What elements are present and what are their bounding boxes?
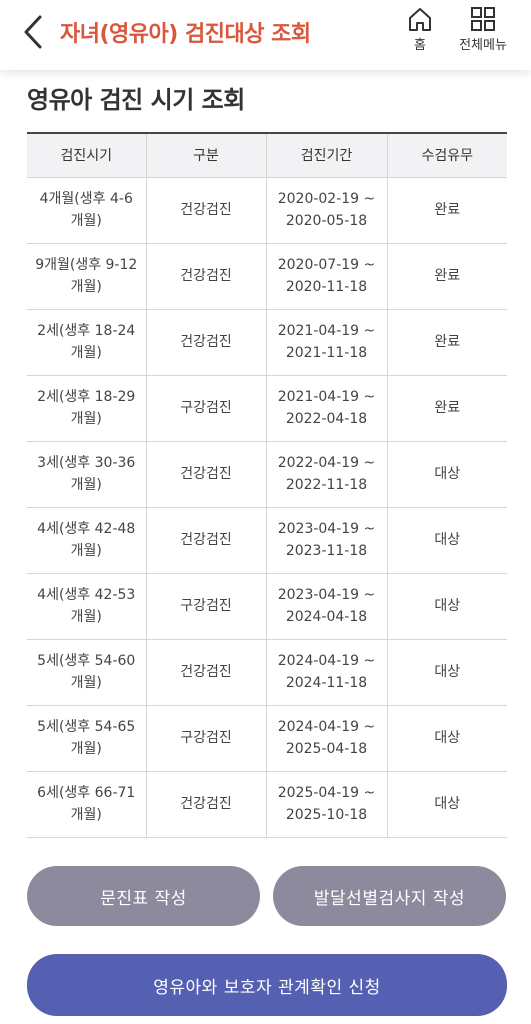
- table-row: 2세(생후 18-29 개월) 구강검진 2021-04-19 ~ 2022-04…: [27, 375, 507, 442]
- table-row: 3세(생후 30-36 개월) 건강검진 2022-04-19 ~ 2022-11…: [27, 441, 507, 508]
- cell-type: 구강검진: [146, 375, 267, 442]
- cell-type: 구강검진: [146, 705, 267, 772]
- table-row: 5세(생후 54-65 개월) 구강검진 2024-04-19 ~ 2025-04…: [27, 705, 507, 772]
- column-header-period: 검진시기: [27, 133, 147, 178]
- range-end: 2022-11-18: [285, 477, 368, 493]
- cell-range: 2022-04-19 ~ 2022-11-18: [266, 441, 388, 508]
- cell-type: 건강검진: [146, 177, 267, 244]
- cell-status: 완료: [387, 243, 507, 310]
- range-start: 2020-07-19 ~: [277, 257, 376, 273]
- cell-type: 구강검진: [146, 573, 267, 640]
- cell-period: 5세(생후 54-65 개월): [27, 705, 147, 772]
- cell-period: 6세(생후 66-71 개월): [27, 771, 147, 838]
- cell-range: 2020-07-19 ~ 2020-11-18: [266, 243, 388, 310]
- cell-type: 건강검진: [146, 771, 267, 838]
- cell-status: 대상: [387, 705, 507, 772]
- table-row: 4개월(생후 4-6 개월) 건강검진 2020-02-19 ~ 2020-05-…: [27, 177, 507, 244]
- range-start: 2022-04-19 ~: [277, 455, 376, 471]
- cell-range: 2024-04-19 ~ 2024-11-18: [266, 639, 388, 706]
- range-end: 2021-11-18: [285, 345, 368, 361]
- cell-status: 대상: [387, 441, 507, 508]
- range-start: 2024-04-19 ~: [277, 719, 376, 735]
- cell-type: 건강검진: [146, 507, 267, 574]
- range-end: 2024-04-18: [285, 609, 368, 625]
- cell-range: 2023-04-19 ~ 2023-11-18: [266, 507, 388, 574]
- cell-period: 4개월(생후 4-6 개월): [27, 177, 147, 244]
- range-start: 2020-02-19 ~: [277, 191, 376, 207]
- all-menu-button[interactable]: 전체메뉴: [447, 6, 519, 53]
- range-start: 2024-04-19 ~: [277, 653, 376, 669]
- table-header-row: 검진시기 구분 검진기간 수검유무: [27, 133, 507, 178]
- range-start: 2021-04-19 ~: [277, 323, 376, 339]
- write-questionnaire-button[interactable]: 문진표 작성: [27, 866, 260, 926]
- home-button[interactable]: 홈: [400, 6, 440, 53]
- table-row: 6세(생후 66-71 개월) 건강검진 2025-04-19 ~ 2025-10…: [27, 771, 507, 838]
- cell-status: 대상: [387, 573, 507, 640]
- range-start: 2021-04-19 ~: [277, 389, 376, 405]
- range-start: 2023-04-19 ~: [277, 521, 376, 537]
- cell-period: 4세(생후 42-48 개월): [27, 507, 147, 574]
- range-end: 2025-04-18: [285, 741, 368, 757]
- checkup-schedule-table: 검진시기 구분 검진기간 수검유무 4개월(생후 4-6 개월) 건강검진 20…: [27, 132, 507, 838]
- range-end: 2023-11-18: [285, 543, 368, 559]
- cell-range: 2021-04-19 ~ 2021-11-18: [266, 309, 388, 376]
- cell-period: 2세(생후 18-29 개월): [27, 375, 147, 442]
- cell-status: 대상: [387, 639, 507, 706]
- app-screen: 자녀(영유아) 검진대상 조회 홈 전체메뉴 영유아 검진 시기 조회 검진시기…: [0, 0, 531, 1024]
- cell-range: 2023-04-19 ~ 2024-04-18: [266, 573, 388, 640]
- table-row: 4세(생후 42-53 개월) 구강검진 2023-04-19 ~ 2024-04…: [27, 573, 507, 640]
- column-header-status: 수검유무: [387, 133, 507, 178]
- cell-status: 대상: [387, 507, 507, 574]
- page-title: 자녀(영유아) 검진대상 조회: [60, 22, 311, 47]
- back-button[interactable]: [16, 12, 50, 52]
- chevron-left-icon: [24, 15, 42, 49]
- cell-period: 4세(생후 42-53 개월): [27, 573, 147, 640]
- range-end: 2022-04-18: [285, 411, 368, 427]
- all-menu-label: 전체메뉴: [459, 38, 507, 53]
- range-end: 2020-11-18: [285, 279, 368, 295]
- section-title: 영유아 검진 시기 조회: [27, 86, 245, 114]
- grid-menu-icon: [471, 7, 495, 31]
- cell-type: 건강검진: [146, 639, 267, 706]
- table-row: 4세(생후 42-48 개월) 건강검진 2023-04-19 ~ 2023-11…: [27, 507, 507, 574]
- cell-period: 2세(생후 18-24 개월): [27, 309, 147, 376]
- cell-range: 2020-02-19 ~ 2020-05-18: [266, 177, 388, 244]
- cell-range: 2021-04-19 ~ 2022-04-18: [266, 375, 388, 442]
- cell-status: 완료: [387, 177, 507, 244]
- home-label: 홈: [414, 38, 426, 53]
- cell-type: 건강검진: [146, 441, 267, 508]
- range-end: 2025-10-18: [285, 807, 368, 823]
- table-row: 5세(생후 54-60 개월) 건강검진 2024-04-19 ~ 2024-11…: [27, 639, 507, 706]
- app-header: 자녀(영유아) 검진대상 조회 홈 전체메뉴: [0, 0, 531, 70]
- table-row: 2세(생후 18-24 개월) 건강검진 2021-04-19 ~ 2021-11…: [27, 309, 507, 376]
- cell-period: 9개월(생후 9-12 개월): [27, 243, 147, 310]
- cell-period: 5세(생후 54-60 개월): [27, 639, 147, 706]
- range-start: 2025-04-19 ~: [277, 785, 376, 801]
- range-start: 2023-04-19 ~: [277, 587, 376, 603]
- cell-status: 완료: [387, 309, 507, 376]
- cell-status: 대상: [387, 771, 507, 838]
- range-end: 2020-05-18: [285, 213, 368, 229]
- table-row: 9개월(생후 9-12 개월) 건강검진 2020-07-19 ~ 2020-11…: [27, 243, 507, 310]
- cell-range: 2025-04-19 ~ 2025-10-18: [266, 771, 388, 838]
- write-development-screening-button[interactable]: 발달선별검사지 작성: [273, 866, 506, 926]
- cell-type: 건강검진: [146, 309, 267, 376]
- column-header-type: 구분: [146, 133, 267, 178]
- cell-type: 건강검진: [146, 243, 267, 310]
- range-end: 2024-11-18: [285, 675, 368, 691]
- home-icon: [409, 8, 431, 31]
- column-header-range: 검진기간: [266, 133, 388, 178]
- cell-period: 3세(생후 30-36 개월): [27, 441, 147, 508]
- guardian-relationship-request-button[interactable]: 영유아와 보호자 관계확인 신청: [27, 954, 507, 1016]
- cell-range: 2024-04-19 ~ 2025-04-18: [266, 705, 388, 772]
- cell-status: 완료: [387, 375, 507, 442]
